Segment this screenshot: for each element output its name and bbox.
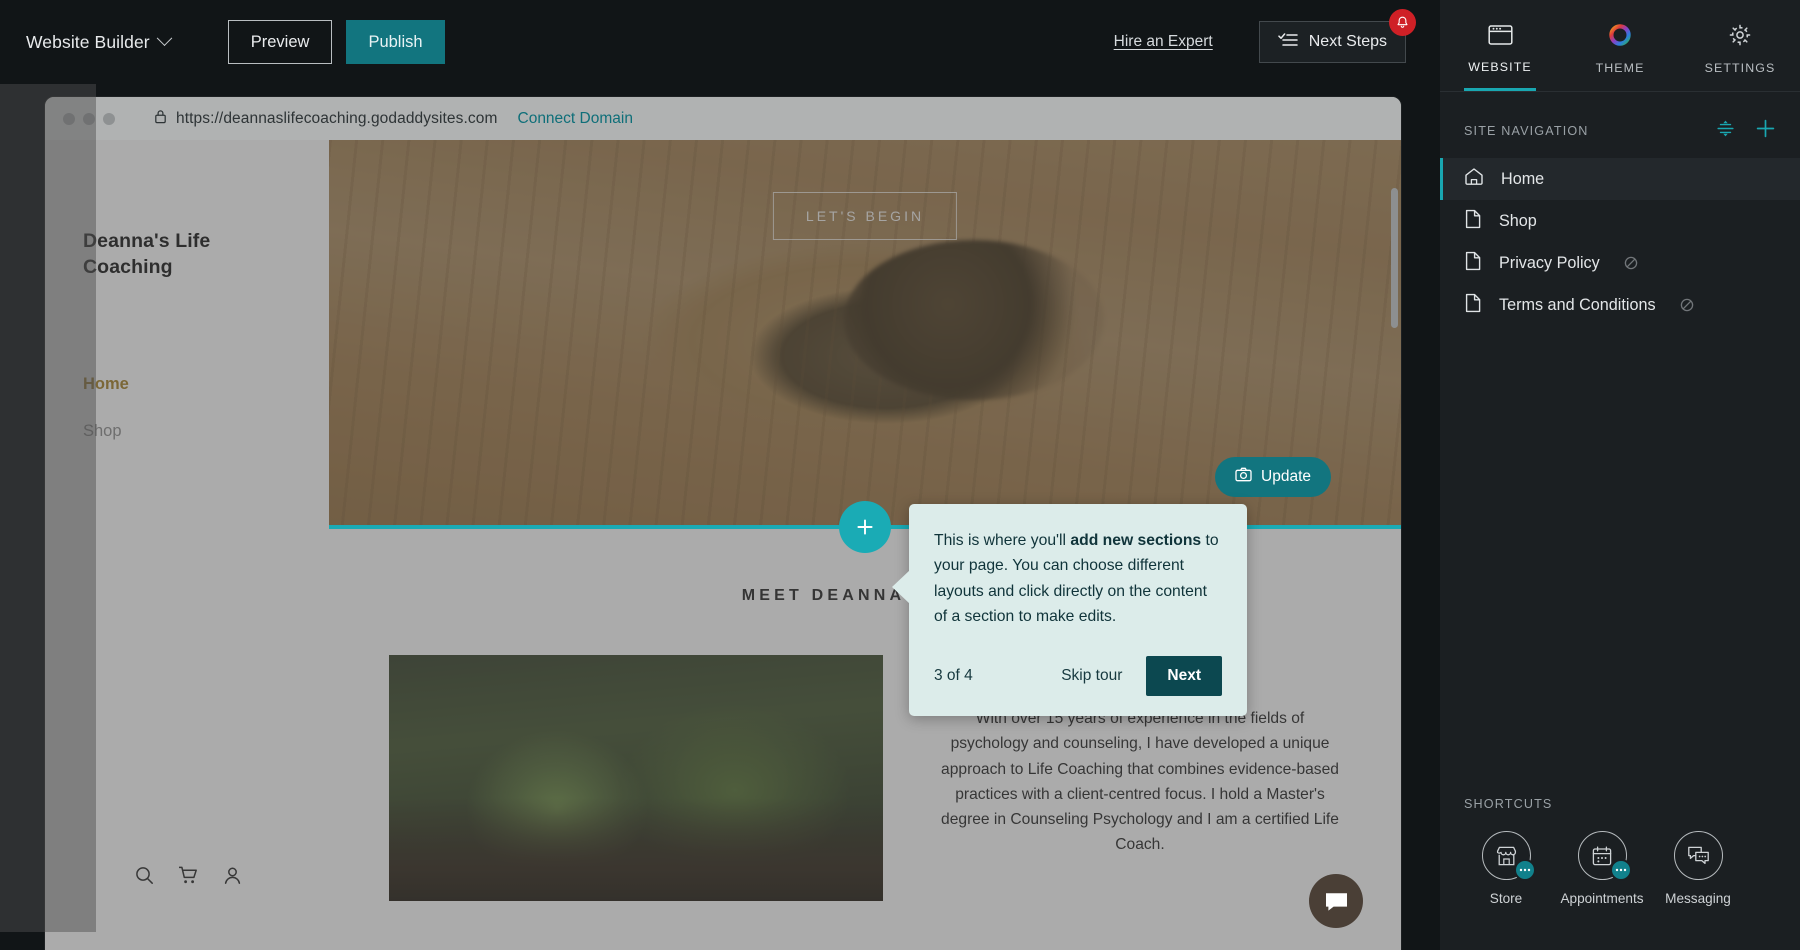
add-page-icon[interactable] [1755,118,1776,144]
sidebar-item-shop-label: Shop [1499,211,1537,230]
sidebar-item-privacy-policy-label: Privacy Policy [1499,253,1600,272]
browser-window-icon [1487,24,1513,51]
tour-step-counter: 3 of 4 [934,666,973,684]
page-icon [1464,251,1482,276]
calendar-icon [1577,831,1632,881]
site-navigation-title: SITE NAVIGATION [1464,124,1589,138]
site-nav-link-home[interactable]: Home [83,375,291,394]
add-section-button[interactable] [839,501,891,553]
chat-bubble-button[interactable] [1309,874,1363,928]
tour-text-before: This is where you'll [934,532,1071,549]
site-title: Deanna's Life Coaching [83,230,211,279]
hire-an-expert-link[interactable]: Hire an Expert [1114,33,1213,51]
sidebar-item-terms-and-conditions-label: Terms and Conditions [1499,295,1656,314]
preview-scrollbar[interactable] [1391,188,1398,328]
sidebar-item-privacy-policy[interactable]: Privacy Policy [1440,242,1800,284]
site-navigation-header: SITE NAVIGATION [1440,92,1800,158]
sidebar-item-shop[interactable]: Shop [1440,200,1800,242]
notification-bell-icon[interactable] [1389,9,1416,36]
shortcut-store-label: Store [1489,891,1523,906]
cart-icon[interactable] [178,866,199,890]
hero-section[interactable]: LET'S BEGIN Update [329,140,1401,525]
tab-theme-label: THEME [1595,60,1645,75]
next-steps-wrapper: Next Steps [1258,9,1416,63]
shortcut-appointments-label: Appointments [1560,891,1644,906]
site-utility-icons [135,866,242,890]
account-icon[interactable] [223,866,242,890]
tab-website-label: WEBSITE [1468,59,1532,74]
update-label: Update [1261,468,1311,485]
shortcut-store[interactable]: Store [1458,831,1554,906]
website-builder-app: Website Builder Preview Publish Hire an … [0,0,1800,950]
window-maximize-dot[interactable] [103,112,115,125]
plus-icon [857,519,873,535]
sidebar-item-home-label: Home [1501,169,1545,188]
hidden-page-icon [1623,255,1639,271]
site-nav-link-shop[interactable]: Shop [83,422,291,441]
lets-begin-button[interactable]: LET'S BEGIN [772,192,958,240]
browser-address-bar: https://deannaslifecoaching.godaddysites… [45,97,1401,140]
tour-text: This is where you'll add new sections to… [934,528,1222,630]
site-nav-links: Home Shop [83,375,291,441]
tab-settings[interactable]: SETTINGS [1680,0,1800,91]
skip-tour-button[interactable]: Skip tour [1055,659,1128,693]
seedling-photo[interactable] [389,655,883,901]
url-text: https://deannaslifecoaching.godaddysites… [176,109,498,127]
chat-icon [1325,892,1347,911]
camera-icon [1235,467,1252,487]
shortcut-messaging[interactable]: Messaging [1650,831,1746,906]
shortcut-messaging-label: Messaging [1665,891,1731,906]
sidebar-item-home[interactable]: Home [1440,158,1800,200]
shortcuts-grid: Store Appointments Messaging [0,0,1800,950]
sidebar-tabs: WEBSITE THEME SETTINGS [1440,0,1800,92]
website-builder-label: Website Builder [26,31,150,52]
hidden-page-icon [1679,297,1695,313]
publish-button[interactable]: Publish [346,20,445,64]
gear-icon [1728,23,1752,52]
lock-icon [154,109,167,129]
tour-tooltip: This is where you'll add new sections to… [892,504,1247,716]
update-image-button[interactable]: Update [1215,457,1331,497]
preview-button[interactable]: Preview [227,20,333,64]
sidebar-item-terms-and-conditions[interactable]: Terms and Conditions [1440,284,1800,326]
site-sidebar: Deanna's Life Coaching Home Shop [45,140,329,950]
shortcuts-title: SHORTCUTS [1464,797,1553,811]
connect-domain-link[interactable]: Connect Domain [518,110,633,128]
reorder-icon[interactable] [1716,119,1735,143]
home-icon [1464,167,1484,191]
shortcut-appointments[interactable]: Appointments [1554,831,1650,906]
tab-website[interactable]: WEBSITE [1440,0,1560,91]
background-paragraph: With over 15 years of experience in the … [941,710,1339,854]
right-sidebar: WEBSITE THEME SETTINGS SITE NAVIGATION H… [0,0,1800,950]
url-group: https://deannaslifecoaching.godaddysites… [154,109,633,129]
color-wheel-icon [1608,23,1632,52]
website-builder-menu[interactable]: Website Builder [26,29,173,53]
main-editor-area: Website Builder Preview Publish Hire an … [0,0,1440,950]
appointments-more-badge[interactable] [1609,859,1632,881]
window-close-dot[interactable] [63,112,75,125]
tour-text-bold: add new sections [1070,532,1202,549]
checklist-icon [1277,32,1298,53]
tab-settings-label: SETTINGS [1704,60,1776,75]
chat-icon [1673,831,1723,880]
chevron-down-icon [156,29,173,46]
next-steps-button[interactable]: Next Steps [1258,21,1406,63]
store-more-badge[interactable] [1513,859,1536,881]
window-minimize-dot[interactable] [83,112,95,125]
store-icon [1481,831,1536,881]
tour-next-button[interactable]: Next [1146,655,1222,696]
search-icon[interactable] [135,866,154,890]
sidebar-filler [1440,326,1800,797]
page-icon [1464,293,1482,318]
top-toolbar: Website Builder Preview Publish Hire an … [0,0,1440,84]
next-steps-label: Next Steps [1308,33,1387,50]
site-navigation-list: Home Shop Privacy Policy Terms and Condi… [1440,158,1800,326]
tab-theme[interactable]: THEME [1560,0,1680,91]
site-navigation-actions [1716,118,1776,144]
page-icon [1464,209,1482,234]
tour-footer: 3 of 4 Skip tour Next [934,655,1222,696]
